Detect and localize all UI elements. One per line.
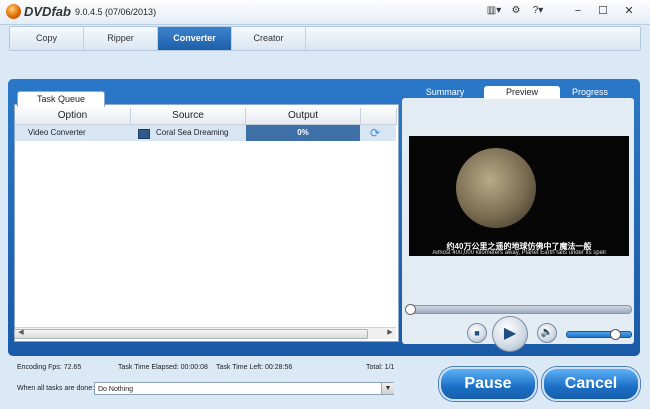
- row-output-progress: 0%: [246, 125, 360, 141]
- tab-converter[interactable]: Converter: [158, 27, 232, 50]
- encoding-fps: Encoding Fps: 72.65: [17, 364, 82, 371]
- column-source[interactable]: Source: [131, 108, 246, 125]
- minimize-icon[interactable]: −: [569, 3, 587, 19]
- chevron-down-icon[interactable]: ▼: [381, 383, 394, 394]
- volume-icon[interactable]: 🔈: [537, 323, 557, 343]
- when-done-label: When all tasks are done:: [17, 385, 95, 392]
- scrollbar-thumb[interactable]: [14, 329, 368, 339]
- tab-progress[interactable]: Progress: [558, 86, 622, 99]
- dvdfab-logo-icon: [6, 4, 21, 19]
- tab-copy[interactable]: Copy: [10, 27, 84, 50]
- scroll-left-icon[interactable]: ◀: [16, 328, 26, 337]
- video-file-icon: [138, 129, 150, 139]
- play-button[interactable]: ▶: [492, 316, 528, 352]
- volume-slider[interactable]: [566, 331, 632, 338]
- maximize-icon[interactable]: ☐: [594, 3, 612, 19]
- main-tab-bar: Copy Ripper Converter Creator: [9, 26, 641, 51]
- column-extra: [361, 108, 397, 125]
- column-option[interactable]: Option: [15, 108, 131, 125]
- stop-button[interactable]: ■: [467, 323, 487, 343]
- seek-handle[interactable]: [405, 304, 416, 315]
- row-option: Video Converter: [28, 128, 86, 137]
- row-source: Coral Sea Dreaming: [156, 128, 229, 137]
- cancel-button[interactable]: Cancel: [542, 367, 640, 401]
- refresh-icon[interactable]: ⟳: [369, 127, 381, 139]
- moon-image: [456, 148, 536, 228]
- time-left: Task Time Left: 00:28:56: [216, 364, 293, 371]
- skin-menu-icon[interactable]: ▥▾: [486, 4, 502, 18]
- tab-preview[interactable]: Preview: [484, 86, 560, 99]
- subtitle-english: Almost 400,000 kilometers away, Planet E…: [432, 250, 606, 256]
- app-version: 9.0.4.5 (07/06/2013): [75, 7, 157, 17]
- help-menu-icon[interactable]: ?▾: [530, 4, 546, 18]
- scroll-right-icon[interactable]: ▶: [385, 328, 395, 337]
- column-output[interactable]: Output: [246, 108, 361, 125]
- tab-creator[interactable]: Creator: [232, 27, 306, 50]
- tab-summary[interactable]: Summary: [405, 86, 485, 99]
- tab-ripper[interactable]: Ripper: [84, 27, 158, 50]
- when-done-select[interactable]: Do Nothing: [94, 382, 394, 395]
- settings-gear-icon[interactable]: ⚙: [508, 4, 524, 18]
- seek-bar[interactable]: [405, 305, 632, 314]
- task-total: Total: 1/1: [366, 364, 395, 371]
- close-icon[interactable]: ✕: [620, 3, 638, 19]
- app-brand: DVDfab: [24, 4, 71, 19]
- tab-task-queue[interactable]: Task Queue: [17, 91, 105, 107]
- time-elapsed: Task Time Elapsed: 00:00:08: [118, 364, 208, 371]
- pause-button[interactable]: Pause: [439, 367, 537, 401]
